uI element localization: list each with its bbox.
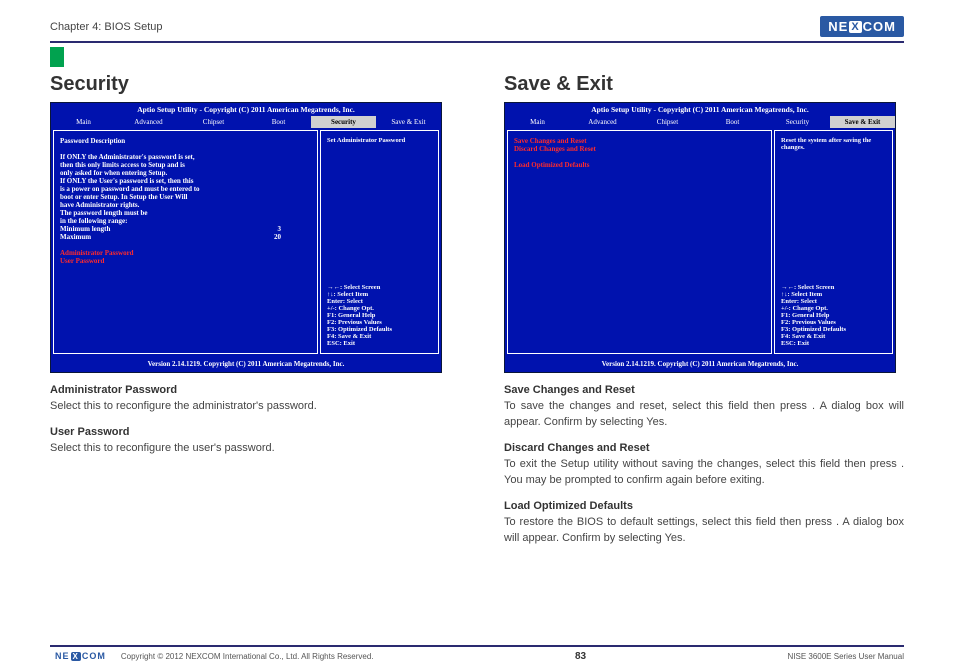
bios-help-pane: Set Administrator Password →←: Select Sc… [320, 130, 439, 354]
bios-item: Discard Changes and Reset [514, 145, 765, 153]
bios-tab-security: Security [765, 116, 830, 128]
bios-tab-advanced: Advanced [116, 116, 181, 128]
bios-version-footer: Version 2.14.1219. Copyright (C) 2011 Am… [51, 356, 441, 372]
section-marker [50, 47, 64, 67]
bios-help-pane: Reset the system after saving the change… [774, 130, 893, 354]
bios-tabbar: MainAdvancedChipsetBootSecuritySave & Ex… [505, 116, 895, 128]
bios-tab-main: Main [505, 116, 570, 128]
bios-key-legend: →←: Select Screen↑↓: Select ItemEnter: S… [781, 284, 886, 347]
bios-help-text: Reset the system after saving the change… [781, 137, 886, 151]
bios-item: Administrator Password [60, 249, 311, 257]
left-column: Security Aptio Setup Utility - Copyright… [36, 67, 450, 546]
bios-tab-chipset: Chipset [635, 116, 700, 128]
bios-tab-save-exit: Save & Exit [830, 116, 895, 128]
bios-key-legend: →←: Select Screen↑↓: Select ItemEnter: S… [327, 284, 432, 347]
bios-version-footer: Version 2.14.1219. Copyright (C) 2011 Am… [505, 356, 895, 372]
bios-left-pane: Save Changes and ResetDiscard Changes an… [507, 130, 772, 354]
description-block: Load Optimized DefaultsTo restore the BI… [504, 499, 904, 547]
manual-name: NISE 3600E Series User Manual [787, 652, 904, 661]
description-block: Save Changes and ResetTo save the change… [504, 383, 904, 431]
nexcom-logo-small: NE X COM [50, 650, 111, 662]
bios-title: Aptio Setup Utility - Copyright (C) 2011… [51, 103, 441, 116]
bios-tabbar: MainAdvancedChipsetBootSecuritySave & Ex… [51, 116, 441, 128]
bios-security-screenshot: Aptio Setup Utility - Copyright (C) 2011… [50, 102, 442, 373]
description-block: Discard Changes and ResetTo exit the Set… [504, 441, 904, 489]
bios-item: Load Optimized Defaults [514, 161, 765, 169]
bios-item: User Password [60, 257, 311, 265]
bios-tab-main: Main [51, 116, 116, 128]
right-column: Save & Exit Aptio Setup Utility - Copyri… [490, 67, 904, 546]
bios-left-pane: Password Description If ONLY the Adminis… [53, 130, 318, 354]
page-footer: NE X COM Copyright © 2012 NEXCOM Interna… [50, 645, 904, 662]
description-block: Administrator PasswordSelect this to rec… [50, 383, 450, 415]
bios-tab-advanced: Advanced [570, 116, 635, 128]
bios-tab-chipset: Chipset [181, 116, 246, 128]
bios-tab-boot: Boot [700, 116, 765, 128]
bios-item [514, 153, 765, 161]
bios-tab-save-exit: Save & Exit [376, 116, 441, 128]
bios-saveexit-screenshot: Aptio Setup Utility - Copyright (C) 2011… [504, 102, 896, 373]
save-exit-heading: Save & Exit [504, 73, 904, 96]
bios-title: Aptio Setup Utility - Copyright (C) 2011… [505, 103, 895, 116]
page-number: 83 [575, 651, 586, 662]
security-heading: Security [50, 73, 450, 96]
description-block: User PasswordSelect this to reconfigure … [50, 425, 450, 457]
bios-help-text: Set Administrator Password [327, 137, 432, 144]
copyright-text: Copyright © 2012 NEXCOM International Co… [121, 652, 374, 661]
page-header: Chapter 4: BIOS Setup NE X COM [50, 16, 904, 43]
nexcom-logo: NE X COM [820, 16, 904, 37]
chapter-title: Chapter 4: BIOS Setup [50, 21, 163, 33]
bios-tab-boot: Boot [246, 116, 311, 128]
bios-item: Save Changes and Reset [514, 137, 765, 145]
bios-tab-security: Security [311, 116, 376, 128]
